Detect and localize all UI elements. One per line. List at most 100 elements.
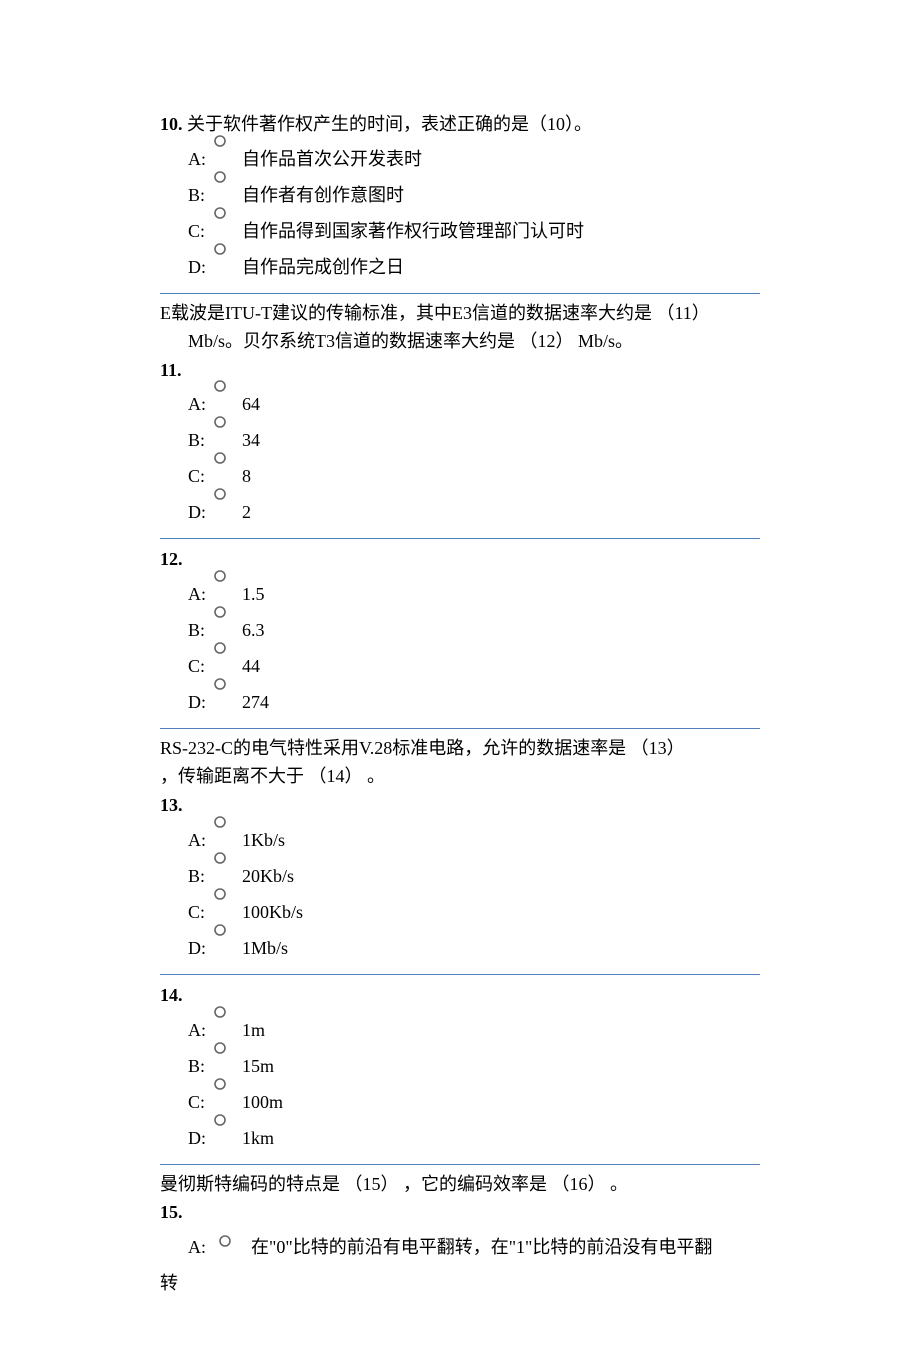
section-divider [160,293,760,294]
q11-option-a[interactable]: A: 64 [160,386,760,422]
q10-number: 10. [160,114,183,134]
q10-option-a[interactable]: A: 自作品首次公开发表时 [160,141,760,177]
question-15: 15. A: 在"0"比特的前沿有电平翻转，在"1"比特的前沿没有电平翻 转 [160,1198,760,1301]
radio-icon[interactable] [214,852,226,864]
option-label-c: C: [188,894,216,930]
q10-option-c[interactable]: C: 自作品得到国家著作权行政管理部门认可时 [160,213,760,249]
section-divider [160,538,760,539]
q11-option-d-text: 2 [226,494,251,530]
q13-option-d[interactable]: D: 1Mb/s [160,930,760,966]
option-label-b: B: [188,858,216,894]
radio-icon[interactable] [214,606,226,618]
q10-option-d[interactable]: D: 自作品完成创作之日 [160,249,760,285]
radio-icon[interactable] [214,1006,226,1018]
q15-option-a-text: 在"0"比特的前沿有电平翻转，在"1"比特的前沿没有电平翻 [235,1237,712,1257]
q12-option-a-text: 1.5 [226,576,265,612]
option-label-c: C: [188,1084,216,1120]
radio-icon[interactable] [214,1114,226,1126]
radio-icon[interactable] [214,135,226,147]
option-label-b: B: [188,1048,216,1084]
radio-icon[interactable] [214,1042,226,1054]
q13-option-d-text: 1Mb/s [226,930,288,966]
q15-option-a[interactable]: A: 在"0"比特的前沿有电平翻转，在"1"比特的前沿没有电平翻 转 [160,1229,760,1301]
q14-option-d-text: 1km [226,1120,274,1156]
radio-icon[interactable] [214,1078,226,1090]
radio-icon[interactable] [214,816,226,828]
question-13: 13. A: 1Kb/s B: 20Kb/s C: 100Kb/s D: 1Mb… [160,791,760,966]
section-divider [160,728,760,729]
q12-option-c-text: 44 [226,648,260,684]
q14-option-b-text: 15m [226,1048,274,1084]
radio-icon[interactable] [214,171,226,183]
option-label-c: C: [188,213,216,249]
radio-icon[interactable] [214,678,226,690]
q12-number: 12. [160,549,183,569]
q12-option-b[interactable]: B: 6.3 [160,612,760,648]
q14-option-b[interactable]: B: 15m [160,1048,760,1084]
q10-option-b-text: 自作者有创作意图时 [226,177,404,213]
radio-icon[interactable] [214,207,226,219]
q11-option-c-text: 8 [226,458,251,494]
q10-option-b[interactable]: B: 自作者有创作意图时 [160,177,760,213]
option-label-a: A: [188,576,216,612]
group-15-intro: 曼彻斯特编码的特点是 （15） ，它的编码效率是 （16） 。 [160,1171,760,1199]
option-label-a: A: [188,1229,216,1265]
q13-option-a[interactable]: A: 1Kb/s [160,822,760,858]
option-label-a: A: [188,386,216,422]
question-11: 11. A: 64 B: 34 C: 8 D: 2 [160,356,760,531]
radio-icon[interactable] [214,380,226,392]
option-label-d: D: [188,249,216,285]
question-12: 12. A: 1.5 B: 6.3 C: 44 D: 274 [160,545,760,720]
option-label-d: D: [188,1120,216,1156]
q11-option-d[interactable]: D: 2 [160,494,760,530]
q10-option-c-text: 自作品得到国家著作权行政管理部门认可时 [226,213,584,249]
q14-option-d[interactable]: D: 1km [160,1120,760,1156]
group-11-12-intro: E载波是ITU-T建议的传输标准，其中E3信道的数据速率大约是 （11） Mb/… [160,300,760,356]
radio-icon[interactable] [214,488,226,500]
radio-icon[interactable] [214,642,226,654]
q13-option-b[interactable]: B: 20Kb/s [160,858,760,894]
q13-number: 13. [160,795,183,815]
option-label-c: C: [188,648,216,684]
q14-number: 14. [160,985,183,1005]
option-label-c: C: [188,458,216,494]
group-13-14-intro: RS-232-C的电气特性采用V.28标准电路，允许的数据速率是 （13） ，传… [160,735,760,791]
option-label-b: B: [188,422,216,458]
question-14: 14. A: 1m B: 15m C: 100m D: 1km [160,981,760,1156]
q14-option-a[interactable]: A: 1m [160,1012,760,1048]
group-11-12-intro-line1: E载波是ITU-T建议的传输标准，其中E3信道的数据速率大约是 （11） [160,303,710,323]
q10-prompt: 关于软件著作权产生的时间，表述正确的是（10）。 [183,114,593,134]
q11-option-b-text: 34 [226,422,260,458]
radio-icon[interactable] [214,888,226,900]
radio-icon[interactable] [214,570,226,582]
q12-option-c[interactable]: C: 44 [160,648,760,684]
question-10: 10. 关于软件著作权产生的时间，表述正确的是（10）。 A: 自作品首次公开发… [160,110,760,285]
q11-option-a-text: 64 [226,386,260,422]
q13-option-c[interactable]: C: 100Kb/s [160,894,760,930]
radio-icon[interactable] [214,416,226,428]
option-label-a: A: [188,141,216,177]
group-13-14-intro-line2: ，传输距离不大于 （14） 。 [160,766,385,786]
q14-option-c-text: 100m [226,1084,283,1120]
q12-option-a[interactable]: A: 1.5 [160,576,760,612]
option-label-d: D: [188,684,216,720]
q11-number: 11. [160,360,182,380]
radio-icon[interactable] [214,243,226,255]
section-divider [160,1164,760,1165]
radio-icon[interactable] [214,452,226,464]
q12-option-b-text: 6.3 [226,612,265,648]
option-label-b: B: [188,612,216,648]
radio-icon[interactable] [214,924,226,936]
q10-option-d-text: 自作品完成创作之日 [226,249,404,285]
q12-option-d[interactable]: D: 274 [160,684,760,720]
option-label-b: B: [188,177,216,213]
option-label-a: A: [188,822,216,858]
q14-option-c[interactable]: C: 100m [160,1084,760,1120]
q11-option-b[interactable]: B: 34 [160,422,760,458]
q15-number: 15. [160,1202,183,1222]
group-11-12-intro-line2: Mb/s。贝尔系统T3信道的数据速率大约是 （12） Mb/s。 [160,328,760,356]
section-divider [160,974,760,975]
radio-icon[interactable] [219,1235,231,1247]
q11-option-c[interactable]: C: 8 [160,458,760,494]
option-label-a: A: [188,1012,216,1048]
